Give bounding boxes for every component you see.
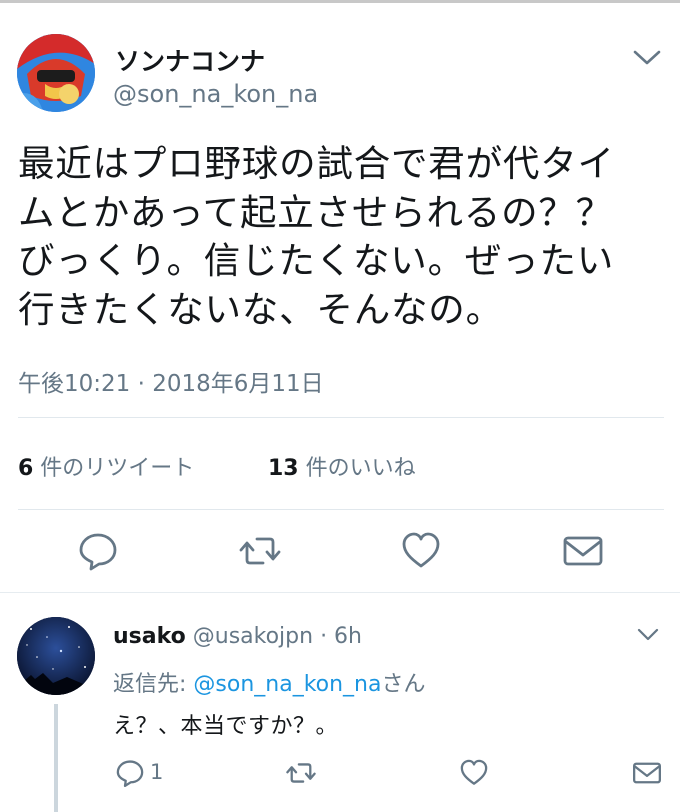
retweet-icon[interactable] — [286, 758, 316, 788]
retweet-stat[interactable]: 6 件のリツイート — [18, 450, 194, 482]
chevron-down-icon[interactable] — [637, 628, 659, 642]
tweet-text: 最近はプロ野球の試合で君が代タイ ムとかあって起立させられるの？？ びっくり。信… — [18, 140, 668, 334]
like-stat[interactable]: 13 件のいいね — [268, 450, 416, 482]
envelope-icon[interactable] — [632, 758, 662, 788]
retweet-icon[interactable] — [239, 530, 281, 572]
reply-author-avatar[interactable] — [17, 617, 95, 695]
retweet-label: 件のリツイート — [33, 456, 195, 481]
divider — [18, 509, 664, 510]
reply-icon[interactable] — [115, 758, 145, 788]
thread-line — [54, 704, 58, 812]
like-label: 件のいいね — [298, 456, 416, 481]
reply-icon[interactable] — [77, 530, 119, 572]
tweet-line: ムとかあって起立させられるの？？ — [18, 190, 613, 234]
top-divider — [0, 0, 680, 3]
author-avatar[interactable] — [17, 34, 95, 112]
reply-header: usako @usakojpn · 6h — [113, 624, 362, 649]
tweet-line: びっくり。信じたくない。ぜったい — [18, 239, 615, 282]
replying-prefix: 返信先: — [113, 672, 194, 697]
author-display-name[interactable]: ソンナコンナ — [115, 42, 265, 78]
author-handle[interactable]: @son_na_kon_na — [113, 80, 318, 108]
reply-handle-time[interactable]: @usakojpn · 6h — [186, 624, 362, 649]
divider — [18, 417, 664, 418]
tweet-timestamp[interactable]: 午後10:21 · 2018年6月11日 — [18, 364, 324, 398]
like-count: 13 — [268, 456, 299, 481]
reply-display-name[interactable]: usako — [113, 624, 186, 649]
envelope-icon[interactable] — [562, 530, 604, 572]
heart-icon[interactable] — [459, 758, 489, 788]
reply-count: 1 — [150, 760, 164, 784]
tweet-line: 最近はプロ野球の試合で君が代タイ — [18, 142, 615, 185]
replying-to: 返信先: @son_na_kon_naさん — [113, 666, 426, 698]
chevron-down-icon[interactable] — [633, 50, 661, 66]
replying-suffix: さん — [381, 672, 426, 697]
tweet-line: 行きたくないな、そんなの。 — [18, 287, 503, 331]
retweet-count: 6 — [18, 456, 34, 481]
replying-mention[interactable]: @son_na_kon_na — [193, 672, 381, 697]
reply-text: え？、本当ですか？。 — [113, 714, 339, 739]
divider — [0, 592, 680, 593]
heart-icon[interactable] — [400, 530, 442, 572]
